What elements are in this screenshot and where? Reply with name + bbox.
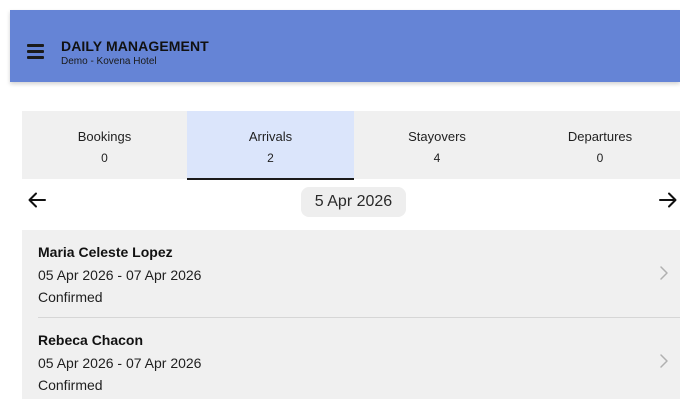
hotel-name: Demo - Kovena Hotel: [61, 56, 157, 67]
menu-bar: [27, 44, 44, 47]
arrivals-list: Maria Celeste Lopez 05 Apr 2026 - 07 Apr…: [22, 230, 680, 399]
chevron-right-icon: [658, 265, 670, 281]
tab-count: 0: [596, 151, 604, 165]
arrow-left-icon[interactable]: [25, 188, 49, 212]
tab-count: 0: [101, 151, 108, 165]
menu-bar: [27, 50, 44, 53]
guest-name: Maria Celeste Lopez: [38, 244, 173, 260]
guest-name: Rebeca Chacon: [38, 332, 144, 348]
tab-arrivals[interactable]: Arrivals 2: [187, 111, 354, 180]
status-tabs: Bookings 0 Arrivals 2 Stayovers 4 Depart…: [22, 111, 680, 181]
app-header: DAILY MANAGEMENT Demo - Kovena Hotel: [10, 10, 680, 82]
list-item[interactable]: Maria Celeste Lopez 05 Apr 2026 - 07 Apr…: [22, 230, 680, 316]
stay-dates: 05 Apr 2026 - 07 Apr 2026: [38, 355, 202, 371]
booking-status: Confirmed: [38, 377, 103, 393]
tab-bookings[interactable]: Bookings 0: [22, 111, 187, 179]
tab-count: 4: [433, 151, 441, 165]
page-title: DAILY MANAGEMENT: [61, 38, 209, 54]
date-selector[interactable]: 5 Apr 2026: [301, 187, 406, 217]
chevron-right-icon: [658, 353, 670, 369]
menu-bar: [27, 56, 44, 59]
tab-stayovers[interactable]: Stayovers 4: [354, 111, 520, 179]
tab-label: Arrivals: [248, 129, 293, 144]
hamburger-menu-icon[interactable]: [23, 39, 47, 63]
arrow-right-icon[interactable]: [656, 188, 680, 212]
tab-departures[interactable]: Departures 0: [520, 111, 680, 179]
tab-label: Departures: [567, 129, 633, 144]
booking-status: Confirmed: [38, 289, 103, 305]
tab-label: Bookings: [77, 129, 132, 144]
tab-count: 2: [267, 151, 274, 165]
stay-dates: 05 Apr 2026 - 07 Apr 2026: [38, 267, 202, 283]
tab-label: Stayovers: [408, 129, 466, 144]
list-item[interactable]: Rebeca Chacon 05 Apr 2026 - 07 Apr 2026 …: [22, 318, 680, 399]
app-frame: DAILY MANAGEMENT Demo - Kovena Hotel Boo…: [0, 0, 680, 399]
